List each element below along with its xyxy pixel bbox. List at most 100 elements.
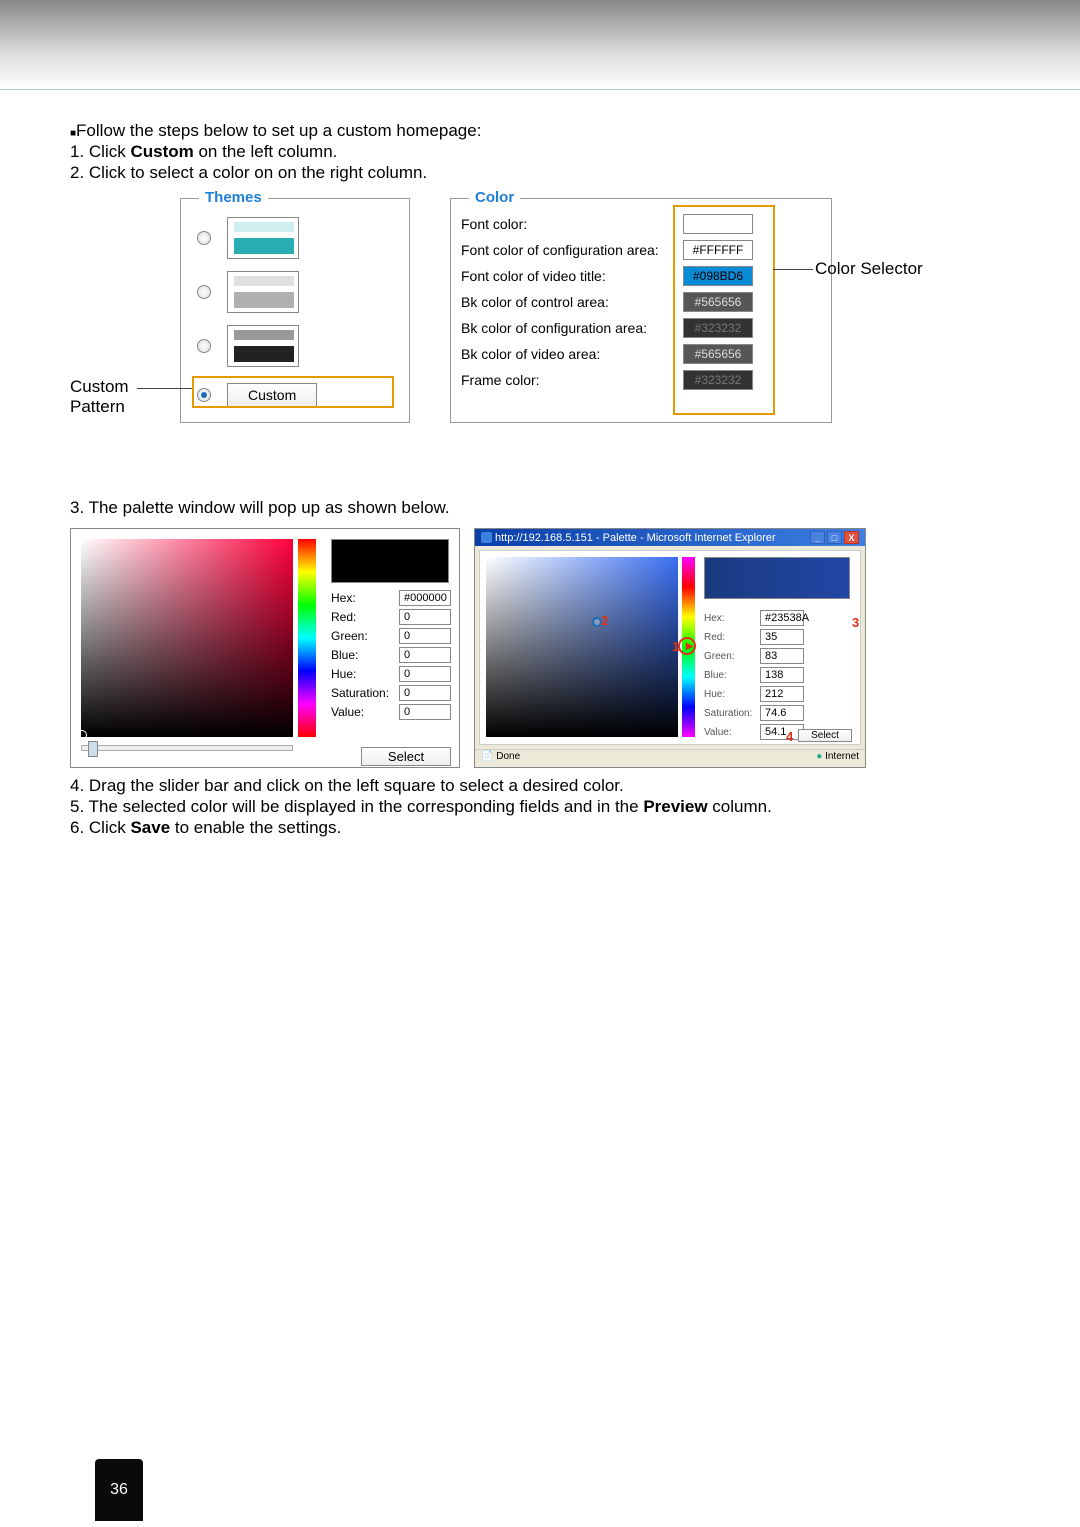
step1-pre: 1. Click — [70, 142, 130, 161]
color-field-row: Green:83 — [704, 648, 854, 664]
radio-icon[interactable] — [197, 339, 211, 353]
field-label: Blue: — [704, 670, 760, 681]
color-row: Frame color:#323232 — [451, 367, 831, 393]
color-row-label: Frame color: — [461, 372, 683, 388]
field-value[interactable]: 0 — [399, 704, 451, 720]
field-label: Green: — [704, 651, 760, 662]
close-icon[interactable]: X — [844, 531, 859, 544]
color-panel: Color Font color:Font color of configura… — [450, 198, 832, 423]
maximize-icon[interactable]: □ — [827, 531, 842, 544]
field-label: Saturation: — [331, 686, 399, 700]
after-steps: 4. Drag the slider bar and click on the … — [70, 776, 1010, 838]
ie-icon — [481, 532, 492, 543]
custom-button[interactable]: Custom — [227, 383, 317, 407]
color-field-row: Red:0 — [331, 609, 457, 625]
color-row-label: Bk color of configuration area: — [461, 320, 683, 336]
color-swatch[interactable] — [683, 214, 753, 234]
annotation-3: 3 — [852, 615, 859, 630]
color-selector-line — [773, 269, 813, 270]
step4: 4. Drag the slider bar and click on the … — [70, 776, 1010, 796]
color-field-row: Red:35 — [704, 629, 854, 645]
radio-icon[interactable] — [197, 231, 211, 245]
annotation-2: 2 — [601, 613, 608, 628]
color-row: Font color of video title:#098BD6 — [451, 263, 831, 289]
step2: 2. Click to select a color on on the rig… — [70, 163, 1010, 183]
field-value[interactable]: 83 — [760, 648, 804, 664]
field-label: Red: — [704, 632, 760, 643]
field-value[interactable]: 74.6 — [760, 705, 804, 721]
theme-custom-row[interactable]: Custom — [181, 373, 409, 413]
color-swatch[interactable]: #323232 — [683, 318, 753, 338]
step1-bold: Custom — [130, 142, 193, 161]
color-selector-label: Color Selector — [815, 259, 923, 279]
slider-thumb[interactable] — [88, 741, 98, 757]
themes-color-diagram: Themes Custom Custom Pattern — [70, 193, 1010, 433]
color-fields: Hex:#23538ARed:35Green:83Blue:138Hue:212… — [704, 607, 854, 743]
color-swatch[interactable]: #FFFFFF — [683, 240, 753, 260]
field-label: Green: — [331, 629, 399, 643]
select-button[interactable]: Select — [361, 747, 451, 766]
status-done: Done — [496, 751, 520, 762]
field-label: Hue: — [704, 689, 760, 700]
select-button[interactable]: Select — [798, 729, 852, 742]
field-value[interactable]: 212 — [760, 686, 804, 702]
field-value[interactable]: 138 — [760, 667, 804, 683]
color-row: Bk color of control area:#565656 — [451, 289, 831, 315]
color-gradient-square[interactable] — [486, 557, 678, 737]
color-row: Font color: — [451, 211, 831, 237]
slider-track[interactable] — [81, 745, 293, 751]
minimize-icon[interactable]: _ — [810, 531, 825, 544]
field-label: Hue: — [331, 667, 399, 681]
color-swatch[interactable]: #565656 — [683, 344, 753, 364]
field-value[interactable]: 0 — [399, 609, 451, 625]
color-row-label: Font color of video title: — [461, 268, 683, 284]
internet-icon: ● — [816, 751, 822, 762]
page-number-tab: 36 — [95, 1459, 143, 1521]
theme-thumb-3 — [227, 325, 299, 367]
gradient-cursor[interactable] — [77, 730, 87, 740]
color-preview — [331, 539, 449, 583]
color-gradient-square[interactable] — [81, 539, 293, 737]
intro-bullet: Follow the steps below to set up a custo… — [76, 121, 481, 140]
field-value[interactable]: 35 — [760, 629, 804, 645]
theme-option-3[interactable] — [181, 319, 409, 373]
step1-post: on the left column. — [194, 142, 338, 161]
color-swatch[interactable]: #565656 — [683, 292, 753, 312]
field-label: Hex: — [331, 591, 399, 605]
field-value[interactable]: 0 — [399, 647, 451, 663]
palette-window-ie: http://192.168.5.151 - Palette - Microso… — [474, 528, 866, 768]
color-row: Bk color of configuration area:#323232 — [451, 315, 831, 341]
theme-option-2[interactable] — [181, 265, 409, 319]
color-field-row: Hex:#23538A — [704, 610, 854, 626]
page-content: Follow the steps below to set up a custo… — [0, 90, 1080, 838]
ie-titlebar: http://192.168.5.151 - Palette - Microso… — [475, 529, 865, 546]
theme-option-1[interactable] — [181, 211, 409, 265]
field-value[interactable]: 0 — [399, 666, 451, 682]
themes-panel: Themes Custom — [180, 198, 410, 423]
field-value[interactable]: 0 — [399, 685, 451, 701]
field-value[interactable]: #23538A — [760, 610, 804, 626]
step6-bold: Save — [130, 818, 170, 837]
status-internet: Internet — [825, 751, 859, 762]
color-field-row: Blue:138 — [704, 667, 854, 683]
radio-icon-selected[interactable] — [197, 388, 211, 402]
color-row-label: Bk color of control area: — [461, 294, 683, 310]
color-row: Bk color of video area:#565656 — [451, 341, 831, 367]
color-swatch[interactable]: #323232 — [683, 370, 753, 390]
step5-post: column. — [708, 797, 772, 816]
color-field-row: Blue:0 — [331, 647, 457, 663]
palette-window-1: Hex:#000000Red:0Green:0Blue:0Hue:0Satura… — [70, 528, 460, 768]
field-value[interactable]: 0 — [399, 628, 451, 644]
hue-slider[interactable] — [298, 539, 316, 737]
ie-body: Hex:#23538ARed:35Green:83Blue:138Hue:212… — [479, 550, 861, 745]
header-gradient — [0, 0, 1080, 90]
radio-icon[interactable] — [197, 285, 211, 299]
field-value[interactable]: #000000 — [399, 590, 451, 606]
color-field-row: Hue:0 — [331, 666, 457, 682]
field-label: Value: — [704, 727, 760, 738]
done-icon: 📄 — [481, 751, 493, 762]
color-field-row: Value:0 — [331, 704, 457, 720]
theme-thumb-2 — [227, 271, 299, 313]
color-swatch[interactable]: #098BD6 — [683, 266, 753, 286]
color-row-label: Bk color of video area: — [461, 346, 683, 362]
